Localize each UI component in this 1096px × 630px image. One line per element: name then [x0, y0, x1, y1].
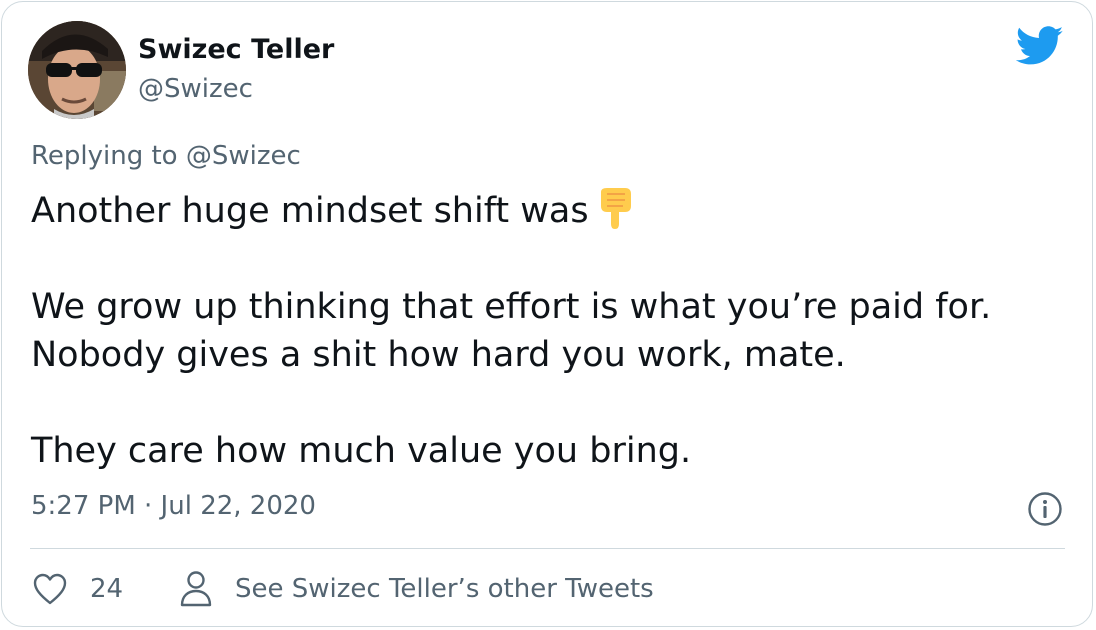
tweet-card: Swizec Teller @Swizec Replying to @Swize… — [1, 1, 1093, 627]
tweet-line-text: Another huge mindset shift was — [31, 191, 589, 231]
tweet-line: We grow up thinking that effort is what … — [31, 287, 992, 327]
tweet-line: Nobody gives a shit how hard you work, m… — [31, 335, 846, 375]
tweet-timestamp[interactable]: 5:27 PM · Jul 22, 2020 — [31, 491, 316, 521]
tweet-line: They care how much value you bring. — [31, 431, 692, 471]
pointing-down-hand-emoji — [600, 188, 631, 229]
avatar[interactable] — [28, 21, 126, 119]
display-name[interactable]: Swizec Teller — [138, 34, 334, 65]
see-other-tweets-link[interactable]: See Swizec Teller’s other Tweets — [235, 574, 654, 604]
info-icon[interactable] — [1027, 491, 1063, 527]
divider — [30, 548, 1065, 549]
replying-to[interactable]: Replying to @Swizec — [31, 141, 301, 171]
twitter-bird-icon[interactable] — [1016, 26, 1064, 66]
avatar-photo — [28, 21, 126, 119]
tweet-line: Another huge mindset shift was — [31, 186, 1061, 235]
like-count[interactable]: 24 — [90, 574, 123, 604]
tweet-text: Another huge mindset shift was We grow u… — [31, 186, 1061, 475]
person-icon[interactable] — [179, 570, 213, 608]
heart-icon[interactable] — [32, 572, 68, 606]
user-handle[interactable]: @Swizec — [138, 74, 253, 104]
